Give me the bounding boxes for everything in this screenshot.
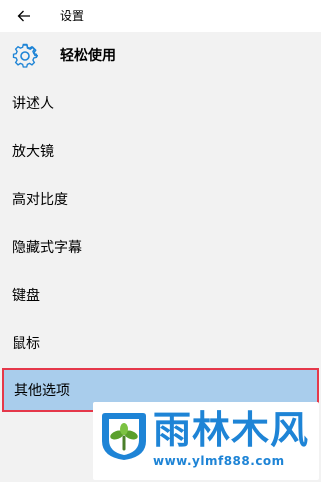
menu-item-narrator[interactable]: 讲述人 bbox=[0, 80, 321, 126]
menu-item-magnifier[interactable]: 放大镜 bbox=[0, 128, 321, 174]
page-header: 轻松使用 bbox=[0, 32, 321, 82]
page-title: 轻松使用 bbox=[60, 48, 116, 64]
arrow-left-icon bbox=[17, 10, 30, 22]
title-bar: 设置 bbox=[0, 0, 321, 32]
watermark-text: 雨林木风 bbox=[153, 408, 310, 452]
tree-logo-icon bbox=[102, 413, 146, 460]
back-button[interactable] bbox=[10, 4, 38, 28]
window-title: 设置 bbox=[60, 9, 85, 23]
gear-icon bbox=[12, 43, 38, 68]
watermark-url: www.ylmf888.com bbox=[153, 454, 285, 468]
menu-item-closed-captions[interactable]: 隐藏式字幕 bbox=[0, 224, 321, 270]
menu-item-high-contrast[interactable]: 高对比度 bbox=[0, 176, 321, 222]
menu-item-keyboard[interactable]: 键盘 bbox=[0, 272, 321, 318]
watermark-logo: 雨林木风 www.ylmf888.com bbox=[93, 402, 319, 480]
menu-item-mouse[interactable]: 鼠标 bbox=[0, 320, 321, 366]
